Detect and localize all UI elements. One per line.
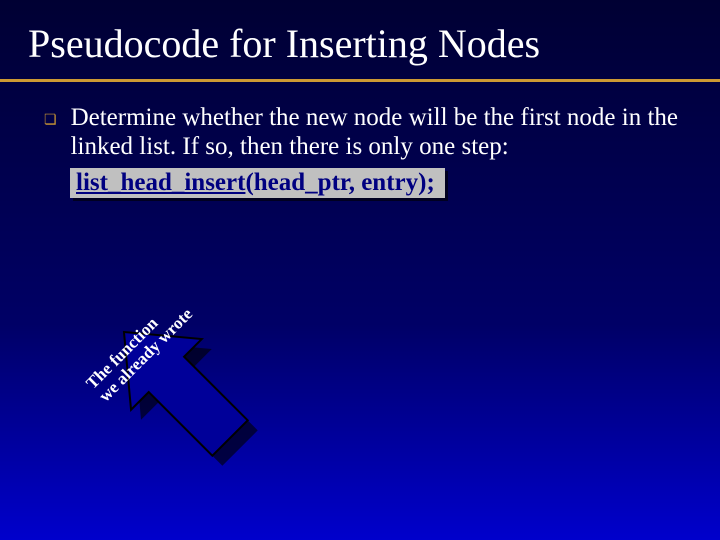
code-function-name: list_head_insert xyxy=(76,169,245,196)
slide: Pseudocode for Inserting Nodes ❏ Determi… xyxy=(0,0,720,540)
code-arguments: (head_ptr, entry); xyxy=(245,169,434,196)
code-box: list_head_insert(head_ptr, entry); xyxy=(70,168,445,198)
bullet-row: ❏ Determine whether the new node will be… xyxy=(44,104,690,162)
up-arrow-icon xyxy=(92,300,262,470)
page-title: Pseudocode for Inserting Nodes xyxy=(0,0,720,79)
body: ❏ Determine whether the new node will be… xyxy=(0,82,720,198)
bullet-text: Determine whether the new node will be t… xyxy=(71,104,690,162)
bullet-icon: ❏ xyxy=(44,112,57,129)
